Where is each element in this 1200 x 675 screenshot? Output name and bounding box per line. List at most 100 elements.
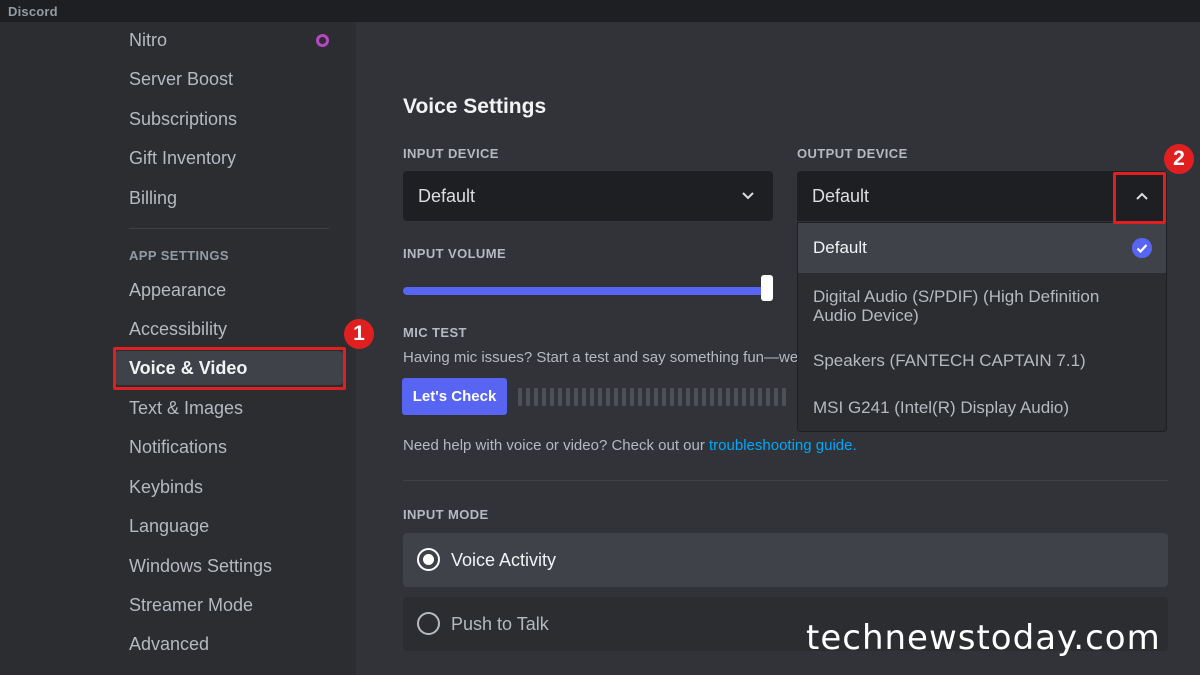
dropdown-option-msi-g241[interactable]: MSI G241 (Intel(R) Display Audio)	[798, 398, 1166, 417]
dropdown-option-label: Speakers (FANTECH CAPTAIN 7.1)	[813, 351, 1086, 370]
meter-bar	[646, 388, 650, 406]
meter-bar	[574, 388, 578, 406]
meter-bar	[598, 388, 602, 406]
output-device-value: Default	[812, 186, 870, 206]
output-device-dropdown: Default Digital Audio (S/PDIF) (High Def…	[797, 222, 1167, 432]
sidebar-item-label: Billing	[129, 188, 178, 208]
dropdown-option-label: MSI G241 (Intel(R) Display Audio)	[813, 398, 1070, 417]
sidebar-item-keybinds[interactable]: Keybinds	[115, 470, 343, 504]
mic-level-meter	[518, 388, 798, 406]
checkmark-icon	[1132, 238, 1152, 258]
chevron-down-icon	[742, 192, 754, 200]
meter-bar	[774, 388, 778, 406]
input-volume-handle[interactable]	[761, 275, 773, 301]
output-device-label: OUTPUT DEVICE	[797, 146, 908, 161]
meter-bar	[750, 388, 754, 406]
sidebar-item-label: Subscriptions	[129, 109, 238, 129]
meter-bar	[734, 388, 738, 406]
watermark: technewstoday.com	[806, 618, 1161, 658]
meter-bar	[622, 388, 626, 406]
radio-checked-icon[interactable]	[417, 548, 440, 571]
input-volume-slider[interactable]	[403, 287, 768, 295]
nitro-icon	[316, 34, 329, 47]
meter-bar	[702, 388, 706, 406]
app-title: Discord	[8, 4, 58, 19]
sidebar-item-windows-settings[interactable]: Windows Settings	[115, 549, 343, 583]
mic-test-description: Having mic issues? Start a test and say …	[403, 349, 798, 366]
output-device-select[interactable]: Default	[797, 171, 1167, 221]
meter-bar	[678, 388, 682, 406]
mic-test-label: MIC TEST	[403, 325, 467, 340]
dropdown-option-label: Digital Audio (S/PDIF) (High Definition …	[813, 287, 1100, 325]
meter-bar	[534, 388, 538, 406]
push-to-talk-label: Push to Talk	[451, 614, 549, 634]
sidebar-item-accessibility[interactable]: Accessibility	[115, 312, 343, 346]
help-text: Need help with voice or video? Check out…	[403, 437, 857, 454]
input-device-label: INPUT DEVICE	[403, 146, 499, 161]
meter-bar	[566, 388, 570, 406]
meter-bar	[582, 388, 586, 406]
sidebar-item-streamer-mode[interactable]: Streamer Mode	[115, 588, 343, 622]
title-bar: Discord	[0, 0, 1200, 22]
meter-bar	[694, 388, 698, 406]
section-divider	[403, 480, 1168, 481]
voice-activity-label: Voice Activity	[451, 550, 557, 570]
meter-bar	[662, 388, 666, 406]
voice-activity-option[interactable]: Voice Activity	[403, 533, 1168, 587]
dropdown-option-speakers[interactable]: Speakers (FANTECH CAPTAIN 7.1)	[798, 351, 1166, 370]
meter-bar	[782, 388, 786, 406]
sidebar-item-label: Text & Images	[129, 398, 244, 418]
meter-bar	[590, 388, 594, 406]
sidebar-item-text-images[interactable]: Text & Images	[115, 391, 343, 425]
highlight-box-voice-video	[113, 347, 346, 390]
meter-bar	[710, 388, 714, 406]
lets-check-button[interactable]: Let's Check	[402, 378, 507, 415]
sidebar-item-advanced[interactable]: Advanced	[115, 627, 343, 661]
sidebar-item-gift-inventory[interactable]: Gift Inventory	[115, 141, 343, 175]
sidebar-item-notifications[interactable]: Notifications	[115, 430, 343, 464]
voice-settings-panel: Voice Settings INPUT DEVICE Default OUTP…	[356, 22, 1200, 675]
sidebar-item-label: Server Boost	[129, 69, 234, 89]
sidebar-item-label: Gift Inventory	[129, 148, 237, 168]
sidebar-item-appearance[interactable]: Appearance	[115, 273, 343, 307]
input-device-select[interactable]: Default	[403, 171, 773, 221]
sidebar-item-subscriptions[interactable]: Subscriptions	[115, 102, 343, 136]
sidebar-item-label: Keybinds	[129, 477, 204, 497]
sidebar-item-nitro[interactable]: Nitro	[115, 23, 343, 57]
sidebar-item-label: Advanced	[129, 634, 210, 654]
sidebar-item-label: Accessibility	[129, 319, 228, 339]
dropdown-option-label: Default	[813, 238, 867, 257]
meter-bar	[526, 388, 530, 406]
meter-bar	[758, 388, 762, 406]
sidebar-item-label: Nitro	[129, 30, 168, 50]
meter-bar	[542, 388, 546, 406]
dropdown-option-default[interactable]: Default	[798, 223, 1166, 273]
meter-bar	[654, 388, 658, 406]
input-mode-label: INPUT MODE	[403, 507, 489, 522]
radio-unchecked-icon[interactable]	[417, 612, 440, 635]
page-title: Voice Settings	[403, 95, 547, 118]
troubleshooting-link[interactable]: troubleshooting guide.	[709, 437, 857, 454]
dropdown-option-digital-audio[interactable]: Digital Audio (S/PDIF) (High Definition …	[798, 287, 1138, 325]
sidebar-item-label: Windows Settings	[129, 556, 273, 576]
meter-bar	[686, 388, 690, 406]
highlight-box-output-chevron	[1113, 172, 1166, 224]
meter-bar	[558, 388, 562, 406]
meter-bar	[766, 388, 770, 406]
meter-bar	[742, 388, 746, 406]
sidebar-item-billing[interactable]: Billing	[115, 181, 343, 215]
sidebar-item-label: Language	[129, 516, 210, 536]
help-text-body: Need help with voice or video? Check out…	[403, 437, 710, 454]
app-settings-header: APP SETTINGS	[129, 248, 229, 263]
meter-bar	[726, 388, 730, 406]
meter-bar	[630, 388, 634, 406]
meter-bar	[670, 388, 674, 406]
sidebar-item-language[interactable]: Language	[115, 509, 343, 543]
sidebar-item-server-boost[interactable]: Server Boost	[115, 62, 343, 96]
meter-bar	[518, 388, 522, 406]
settings-sidebar: Nitro Server Boost Subscriptions Gift In…	[0, 22, 374, 675]
sidebar-item-label: Notifications	[129, 437, 228, 457]
meter-bar	[606, 388, 610, 406]
meter-bar	[718, 388, 722, 406]
input-device-value: Default	[418, 186, 476, 206]
